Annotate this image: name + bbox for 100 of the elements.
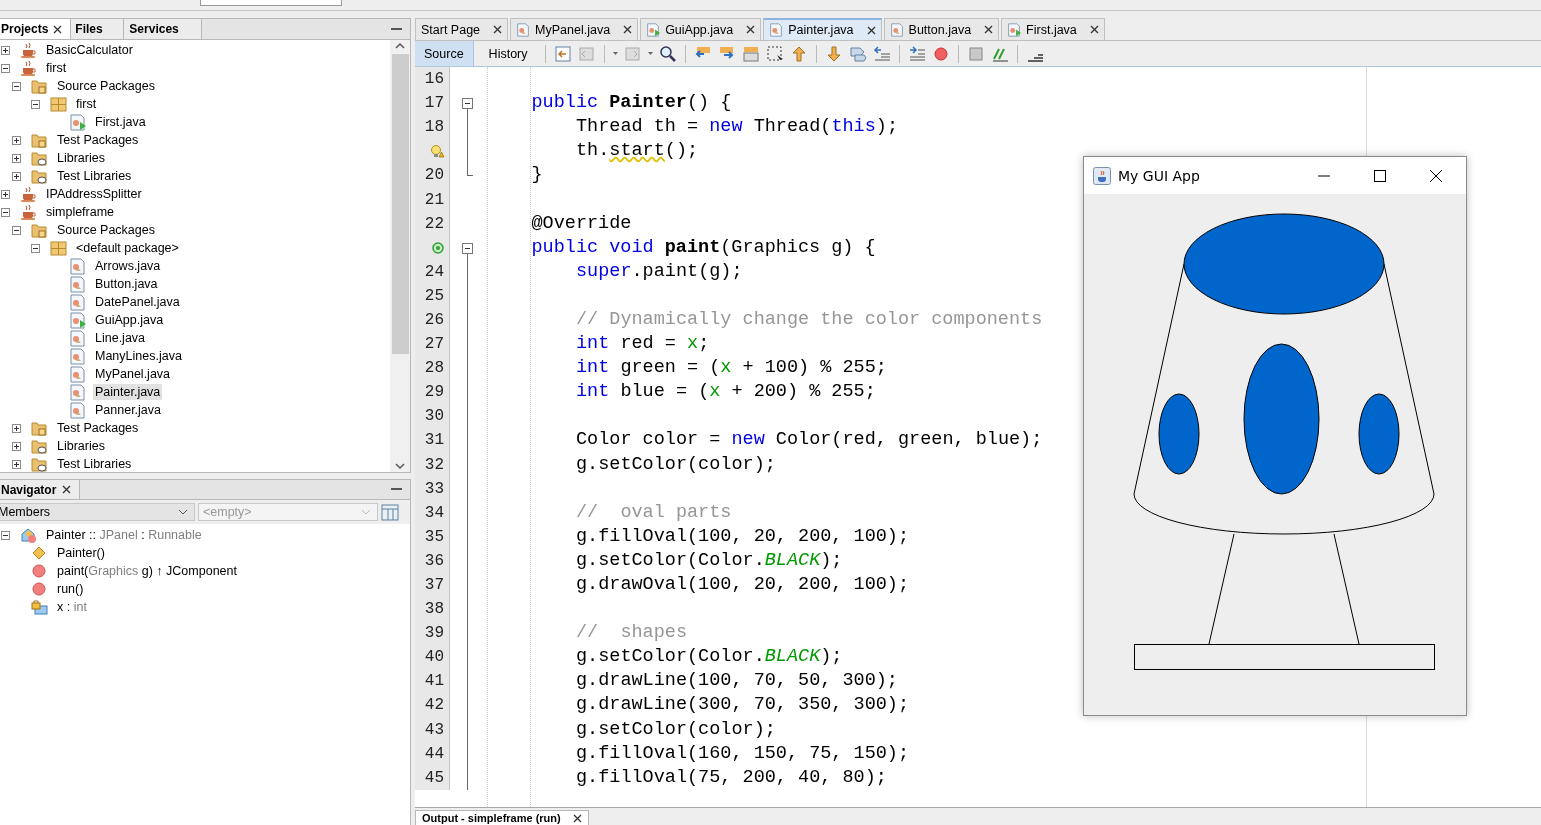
code-text: g.setColor(color); bbox=[576, 453, 776, 476]
maximize-icon[interactable] bbox=[1374, 169, 1386, 182]
panel-tab[interactable]: Services bbox=[124, 19, 203, 39]
line-number: 40 bbox=[424, 648, 444, 667]
expand-toggle-icon[interactable] bbox=[12, 441, 21, 451]
code-comment: // oval parts bbox=[576, 501, 732, 524]
output-tab[interactable]: Output - simpleframe (run) bbox=[415, 810, 589, 825]
code-text: } bbox=[531, 164, 543, 187]
expand-toggle-icon[interactable] bbox=[12, 459, 21, 469]
editor-tab[interactable]: Button.java bbox=[883, 18, 1000, 40]
collapse-toggle-icon[interactable] bbox=[12, 225, 21, 235]
tree-item[interactable]: DatePanel.java bbox=[93, 294, 182, 310]
override-icon[interactable] bbox=[432, 241, 444, 254]
close-icon[interactable] bbox=[1089, 25, 1099, 34]
project-cup-icon bbox=[20, 41, 37, 59]
tree-item[interactable]: Source Packages bbox=[55, 78, 157, 94]
scroll-down-icon[interactable] bbox=[394, 460, 406, 472]
tree-item[interactable]: Arrows.java bbox=[93, 258, 163, 274]
tree-item[interactable]: BasicCalculator bbox=[44, 42, 135, 58]
expand-toggle-icon[interactable] bbox=[12, 135, 21, 145]
member-item[interactable]: x : int bbox=[55, 599, 89, 615]
editor-tab[interactable]: MyPanel.java bbox=[510, 18, 639, 40]
expand-toggle-icon[interactable] bbox=[12, 171, 21, 181]
minimize-icon[interactable] bbox=[391, 488, 402, 491]
tree-item[interactable]: ManyLines.java bbox=[93, 348, 184, 364]
close-icon[interactable] bbox=[866, 25, 876, 35]
shift-right-icon[interactable] bbox=[907, 44, 926, 63]
close-icon[interactable] bbox=[493, 25, 503, 34]
java-file-icon bbox=[69, 257, 86, 275]
tree-item[interactable]: Source Packages bbox=[55, 222, 157, 238]
tree-item[interactable]: Panner.java bbox=[93, 402, 164, 418]
fold-toggle-icon[interactable] bbox=[462, 242, 473, 254]
editor-tab[interactable]: Start Page bbox=[415, 18, 509, 40]
view-tab[interactable]: Source bbox=[415, 41, 474, 66]
tree-item[interactable]: first bbox=[74, 96, 99, 112]
minimize-icon[interactable] bbox=[391, 27, 402, 31]
member-item[interactable]: paint(Graphics g) ↑ JComponent bbox=[55, 563, 239, 579]
collapse-toggle-icon[interactable] bbox=[31, 243, 40, 253]
tree-item[interactable]: Libraries bbox=[55, 438, 107, 454]
member-item[interactable]: Painter() bbox=[55, 545, 107, 561]
tree-item[interactable]: GuiApp.java bbox=[93, 312, 166, 328]
close-icon[interactable] bbox=[572, 813, 582, 823]
panel-tab[interactable]: Navigator bbox=[0, 480, 81, 499]
close-icon[interactable] bbox=[53, 24, 63, 34]
tree-item[interactable]: Test Packages bbox=[55, 132, 141, 148]
java-file-icon bbox=[69, 401, 86, 419]
collapse-toggle-icon[interactable] bbox=[1, 207, 10, 217]
tree-item[interactable]: IPAddressSplitter bbox=[44, 186, 144, 202]
expand-toggle-icon[interactable] bbox=[1, 45, 10, 55]
tree-item[interactable]: MyPanel.java bbox=[93, 366, 173, 382]
tree-item[interactable]: Libraries bbox=[55, 150, 107, 166]
collapse-toggle-icon[interactable] bbox=[1, 63, 10, 73]
editor-tab[interactable]: GuiApp.java bbox=[640, 18, 762, 40]
expand-toggle-icon[interactable] bbox=[12, 423, 21, 433]
close-icon[interactable] bbox=[984, 25, 994, 34]
member-text: Painter :: bbox=[46, 528, 98, 542]
search-icon[interactable] bbox=[658, 44, 677, 63]
go-back-icon[interactable] bbox=[553, 44, 572, 63]
bookmark-icon[interactable] bbox=[848, 44, 867, 63]
type-text: int bbox=[73, 600, 87, 614]
code-text: ; bbox=[698, 333, 710, 356]
tree-item[interactable]: Test Packages bbox=[55, 420, 141, 436]
close-icon[interactable] bbox=[1430, 169, 1442, 182]
expand-toggle-icon[interactable] bbox=[12, 153, 21, 163]
source-folder-icon bbox=[31, 221, 48, 239]
tree-item[interactable]: simpleframe bbox=[44, 204, 117, 220]
expand-toggle-icon[interactable] bbox=[1, 189, 10, 199]
collapse-toggle-icon[interactable] bbox=[31, 99, 40, 109]
collapse-toggle-icon[interactable] bbox=[12, 81, 21, 91]
collapse-toggle-icon[interactable] bbox=[1, 530, 10, 540]
selection-icon[interactable] bbox=[765, 44, 784, 63]
tree-item[interactable]: Button.java bbox=[93, 276, 160, 292]
record-icon[interactable] bbox=[931, 44, 950, 63]
panel-tab[interactable]: Files bbox=[71, 19, 125, 39]
close-icon[interactable] bbox=[746, 25, 756, 34]
close-icon[interactable] bbox=[62, 485, 72, 494]
library-folder-icon bbox=[31, 437, 48, 455]
tree-item[interactable]: first bbox=[44, 60, 69, 76]
member-item[interactable]: Painter :: JPanel : Runnable bbox=[44, 527, 204, 543]
warning-bulb-icon[interactable] bbox=[430, 144, 444, 159]
fold-toggle-icon[interactable] bbox=[462, 98, 473, 110]
line-number: 35 bbox=[424, 527, 444, 546]
java-file-icon bbox=[69, 347, 86, 365]
tree-item[interactable]: Test Libraries bbox=[55, 168, 134, 184]
view-tab[interactable]: History bbox=[479, 41, 537, 66]
code-text: (); bbox=[664, 140, 699, 163]
editor-tab[interactable]: Painter.java bbox=[763, 18, 882, 40]
tree-item[interactable]: Test Libraries bbox=[55, 456, 134, 472]
code-text: g.setColor(Color. bbox=[576, 549, 765, 572]
tree-item[interactable]: Line.java bbox=[93, 330, 148, 346]
panel-tab[interactable]: Projects bbox=[0, 19, 72, 39]
scrollbar-thumb[interactable] bbox=[391, 54, 409, 354]
shift-left-icon[interactable] bbox=[872, 44, 891, 63]
close-icon[interactable] bbox=[623, 25, 633, 34]
member-item[interactable]: run() bbox=[55, 581, 86, 597]
tree-item[interactable]: Painter.java bbox=[93, 384, 163, 400]
code-text: blue = ( bbox=[619, 381, 710, 404]
tree-item[interactable]: <default package> bbox=[74, 240, 181, 256]
editor-tab[interactable]: First.java bbox=[1001, 18, 1105, 40]
tree-item[interactable]: First.java bbox=[93, 114, 148, 130]
